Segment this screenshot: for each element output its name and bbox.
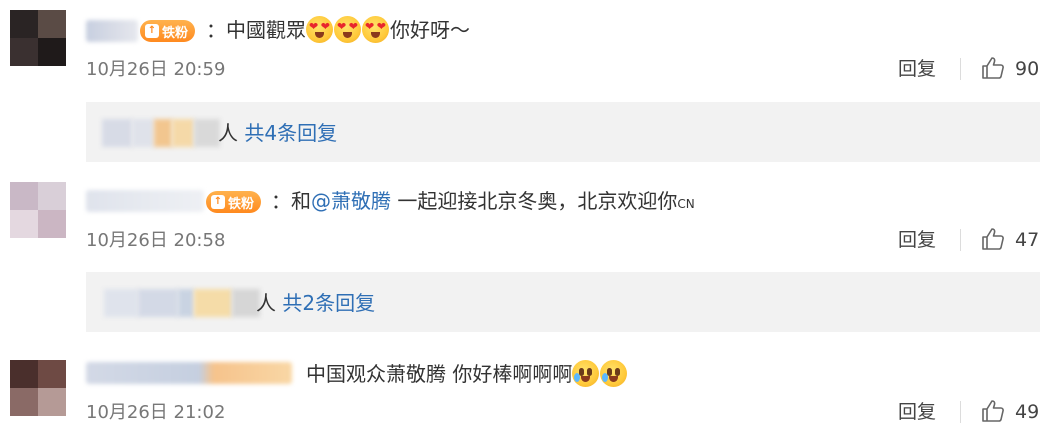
like-count: 47: [1015, 229, 1040, 251]
username-blurred[interactable]: [86, 362, 292, 384]
heart-eyes-emoji: [334, 16, 361, 43]
divider: [960, 229, 961, 251]
view-replies-link[interactable]: 共2条回复: [282, 291, 375, 315]
reply-button[interactable]: 回复: [898, 400, 936, 424]
like-count: 90: [1015, 58, 1040, 80]
crying-face-emoji: [572, 360, 600, 387]
reply-button[interactable]: 回复: [898, 228, 936, 252]
comment-text: ：和@萧敬腾 一起迎接北京冬奥，北京欢迎你CN: [271, 189, 695, 213]
reply-thread-summary[interactable]: 人 共4条回复: [86, 102, 1040, 162]
thumbs-up-icon[interactable]: [980, 398, 1006, 424]
comment-time: 10月26日 21:02: [86, 402, 226, 423]
mention-link[interactable]: @萧敬腾: [311, 189, 391, 213]
username-blurred[interactable]: [86, 20, 138, 42]
comment-text: 中国观众萧敬腾 你好棒啊啊啊: [306, 360, 628, 388]
avatar[interactable]: [10, 360, 66, 416]
comment-time: 10月26日 20:58: [86, 230, 226, 251]
fan-badge: ↑ 铁粉: [140, 20, 196, 42]
crying-face-emoji: [600, 360, 628, 387]
comment-time: 10月26日 20:59: [86, 59, 226, 80]
username-blurred[interactable]: [86, 190, 204, 212]
avatar[interactable]: [10, 10, 66, 66]
badge-level-icon: ↑: [211, 195, 225, 209]
cn-flag-emoji: CN: [677, 197, 695, 211]
badge-level-icon: ↑: [145, 24, 159, 38]
thumbs-up-icon[interactable]: [980, 55, 1006, 81]
fan-badge: ↑ 铁粉: [206, 191, 262, 213]
like-count: 49: [1015, 401, 1040, 423]
view-replies-link[interactable]: 共4条回复: [244, 121, 337, 145]
reply-button[interactable]: 回复: [898, 57, 936, 81]
comment-text: ：中國觀眾你好呀～: [206, 16, 470, 44]
heart-eyes-emoji: [362, 16, 389, 43]
thumbs-up-icon[interactable]: [980, 226, 1006, 252]
divider: [960, 401, 961, 423]
avatar[interactable]: [10, 182, 66, 238]
divider: [960, 58, 961, 80]
replier-avatars-blurred: [104, 289, 260, 317]
replier-avatars-blurred: [102, 119, 220, 147]
heart-eyes-emoji: [306, 16, 333, 43]
reply-thread-summary[interactable]: 人 共2条回复: [86, 272, 1040, 332]
